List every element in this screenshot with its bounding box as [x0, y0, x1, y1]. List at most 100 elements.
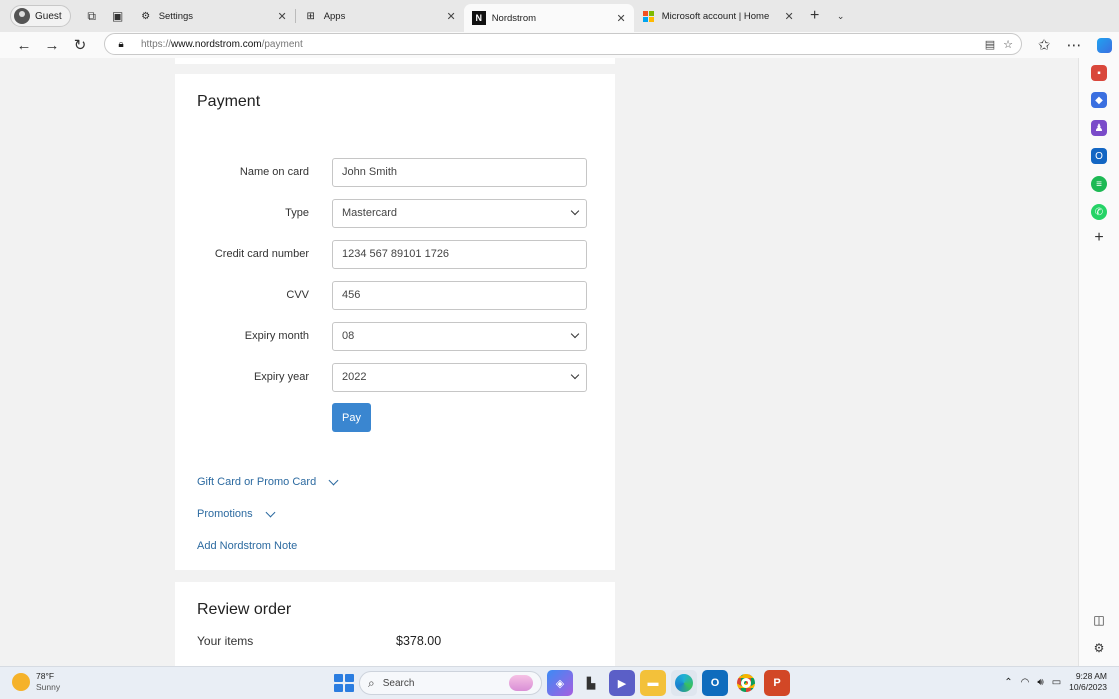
- teams-chat-icon[interactable]: ▶: [609, 670, 635, 696]
- nordstrom-n-icon: N: [471, 11, 486, 25]
- page-content: Payment Name on card John Smith Type Mas…: [0, 58, 1078, 666]
- battery-icon[interactable]: ▭: [1052, 677, 1061, 688]
- items-total: $378.00: [396, 634, 442, 648]
- tab-title: Settings: [158, 10, 194, 22]
- payment-card: Payment Name on card John Smith Type Mas…: [175, 74, 615, 570]
- volume-icon[interactable]: 🔊︎: [1037, 677, 1043, 688]
- cvv-input[interactable]: 456: [332, 280, 587, 310]
- chevron-down-icon: [328, 475, 339, 485]
- more-menu-icon[interactable]: ⋯: [1059, 33, 1089, 57]
- card-type-select[interactable]: Mastercard: [332, 198, 587, 228]
- chevron-down-icon: [570, 370, 580, 379]
- search-highlight-icon: [509, 675, 533, 691]
- promotions-toggle[interactable]: Promotions: [197, 507, 276, 520]
- card-number-row: Credit card number 1234 567 89101 1726: [175, 239, 615, 269]
- refresh-icon[interactable]: ↻: [66, 33, 94, 57]
- favorites-icon[interactable]: ✩: [1029, 33, 1059, 57]
- add-note-link[interactable]: Add Nordstrom Note: [197, 540, 297, 552]
- spotify-icon[interactable]: ≡: [1091, 176, 1107, 192]
- promotions-label: Promotions: [197, 508, 253, 520]
- field-label: Expiry year: [253, 371, 309, 383]
- whatsapp-icon[interactable]: ✆: [1091, 204, 1107, 220]
- tab-microsoft-account[interactable]: Microsoft account | Home ✕: [634, 2, 802, 30]
- name-on-card-row: Name on card John Smith: [175, 157, 615, 187]
- card-type-row: Type Mastercard: [175, 198, 615, 228]
- address-bar[interactable]: 🔒︎ https://www.nordstrom.com/payment ▤ ☆: [104, 33, 1022, 55]
- tab-strip: Guest ⧉ ▣ ⚙ Settings ✕ ⊞ Apps ✕ N Nordst…: [0, 0, 1119, 32]
- outlook-taskbar-icon[interactable]: O: [702, 670, 728, 696]
- tab-title: Apps: [323, 10, 346, 22]
- close-icon[interactable]: ✕: [784, 10, 793, 23]
- new-tab-icon[interactable]: +: [802, 3, 828, 29]
- close-icon[interactable]: ✕: [616, 12, 625, 25]
- system-tray: ⌃ ◠ 🔊︎ ▭ 9:28 AM 10/6/2023: [1004, 671, 1107, 693]
- expiry-month-row: Expiry month 08: [175, 321, 615, 351]
- outlook-icon[interactable]: O: [1091, 148, 1107, 164]
- microsoft-logo-icon: [642, 9, 656, 23]
- tools-briefcase-icon[interactable]: ▪: [1091, 65, 1107, 81]
- review-title: Review order: [197, 601, 292, 618]
- tab-apps[interactable]: ⊞ Apps ✕: [296, 2, 464, 30]
- gift-card-toggle[interactable]: Gift Card or Promo Card: [197, 475, 339, 488]
- clock[interactable]: 9:28 AM 10/6/2023: [1069, 671, 1107, 693]
- add-icon[interactable]: +: [1091, 229, 1107, 246]
- powerpoint-icon[interactable]: P: [764, 670, 790, 696]
- expiry-month-select[interactable]: 08: [332, 321, 587, 351]
- tab-actions-icon[interactable]: ▣: [105, 3, 131, 29]
- previous-card-edge: [175, 58, 615, 64]
- payment-title: Payment: [197, 93, 261, 110]
- review-order-card: Review order Your items $378.00: [175, 582, 615, 666]
- field-label: Type: [285, 207, 309, 219]
- forward-arrow-icon[interactable]: →: [38, 33, 66, 57]
- name-on-card-input[interactable]: John Smith: [332, 157, 587, 187]
- chevron-down-icon: [265, 507, 276, 517]
- gear-icon: ⚙: [141, 10, 151, 22]
- lock-icon[interactable]: 🔒︎: [113, 36, 129, 52]
- tab-title: Microsoft account | Home: [661, 10, 770, 22]
- immersive-reader-icon[interactable]: ▤: [985, 38, 995, 51]
- shopping-tag-icon[interactable]: ◆: [1091, 92, 1107, 108]
- chrome-icon[interactable]: [733, 670, 759, 696]
- close-icon[interactable]: ✕: [277, 10, 286, 23]
- sun-icon: [12, 673, 30, 691]
- tab-nordstrom[interactable]: N Nordstrom ✕: [463, 4, 634, 32]
- gift-card-label: Gift Card or Promo Card: [197, 476, 317, 488]
- weather-desc: Sunny: [36, 682, 61, 692]
- windows-start-icon[interactable]: [332, 672, 354, 694]
- chevron-up-icon[interactable]: ⌃: [1004, 677, 1012, 688]
- edge-taskbar-icon[interactable]: [671, 670, 697, 696]
- field-label: CVV: [286, 289, 309, 301]
- profile-label: Guest: [35, 10, 62, 22]
- settings-gear-icon[interactable]: ⚙: [1091, 640, 1107, 656]
- windows-taskbar: 78°F Sunny ⌕ Search ◈ ▙ ▶ ▬ O P ⌃ ◠ 🔊︎ ▭…: [0, 666, 1119, 699]
- profile-button[interactable]: Guest: [10, 5, 71, 27]
- copilot-icon[interactable]: [1089, 33, 1119, 57]
- avatar: [14, 8, 30, 24]
- weather-temp: 78°F: [36, 671, 55, 681]
- taskbar-search[interactable]: ⌕ Search: [359, 671, 542, 695]
- chevron-down-icon: [570, 329, 580, 338]
- favorite-star-icon[interactable]: ☆: [1003, 38, 1013, 51]
- copilot-taskbar-icon[interactable]: ◈: [547, 670, 573, 696]
- pay-button[interactable]: Pay: [332, 403, 371, 432]
- weather-widget[interactable]: 78°F Sunny: [12, 671, 60, 693]
- apps-grid-icon: ⊞: [306, 10, 315, 22]
- tab-settings[interactable]: ⚙ Settings ✕: [131, 2, 295, 30]
- url-text: https://www.nordstrom.com/payment: [141, 38, 303, 50]
- task-view-icon[interactable]: ▙: [578, 670, 604, 696]
- tab-list-chevron-icon[interactable]: ⌄: [828, 3, 854, 29]
- back-arrow-icon[interactable]: ←: [10, 33, 38, 57]
- card-number-input[interactable]: 1234 567 89101 1726: [332, 239, 587, 269]
- field-label: Credit card number: [214, 248, 309, 260]
- file-explorer-icon[interactable]: ▬: [640, 670, 666, 696]
- edge-sidebar: ▪ ◆ ♟ O ≡ ✆ + ◫ ⚙: [1078, 58, 1119, 666]
- workspaces-icon[interactable]: ⧉: [79, 3, 105, 29]
- field-label: Expiry month: [244, 330, 309, 342]
- games-icon[interactable]: ♟: [1091, 120, 1107, 136]
- expiry-year-select[interactable]: 2022: [332, 362, 587, 392]
- tab-title: Nordstrom: [491, 12, 537, 24]
- browser-toolbar: ← → ↻ 🔒︎ https://www.nordstrom.com/payme…: [0, 32, 1119, 58]
- wifi-icon[interactable]: ◠: [1021, 677, 1030, 688]
- split-screen-icon[interactable]: ◫: [1091, 612, 1107, 628]
- close-icon[interactable]: ✕: [446, 10, 455, 23]
